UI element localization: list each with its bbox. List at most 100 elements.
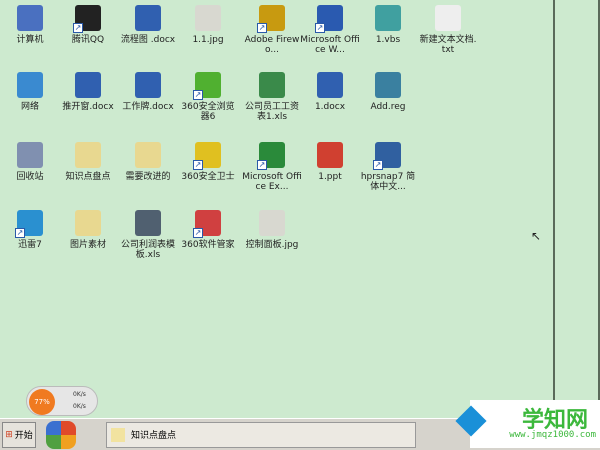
shortcut-arrow-icon: ↗ bbox=[257, 23, 267, 33]
shortcut-arrow-icon: ↗ bbox=[193, 90, 203, 100]
desktop-icon[interactable]: 计算机 bbox=[0, 5, 60, 45]
watermark-logo: 学知网 www.jmqz1000.com bbox=[455, 400, 600, 448]
desktop-icon[interactable]: 知识点盘点 bbox=[58, 142, 118, 182]
desktop-icon[interactable]: 回收站 bbox=[0, 142, 60, 182]
desktop-icon-label: 流程图 .docx bbox=[120, 35, 176, 45]
windows-logo-icon: ⊞ bbox=[5, 429, 13, 440]
text-file-icon bbox=[435, 5, 461, 31]
desktop-icon[interactable]: 新建文本文档.txt bbox=[418, 5, 478, 55]
desktop-icon-label: 需要改进的 bbox=[125, 172, 171, 182]
desktop-icon[interactable]: 控制面板.jpg bbox=[242, 210, 302, 250]
desktop-icon-label: 腾讯QQ bbox=[71, 35, 105, 45]
desktop-icon-label: Add.reg bbox=[370, 102, 406, 112]
desktop-icon[interactable]: 公司员工工资表1.xls bbox=[242, 72, 302, 122]
excel-file-icon bbox=[259, 72, 285, 98]
desktop-icon[interactable]: 1.ppt bbox=[300, 142, 360, 182]
image-file-icon bbox=[259, 210, 285, 236]
word-doc-icon bbox=[317, 72, 343, 98]
desktop-icon[interactable]: 工作牌.docx bbox=[118, 72, 178, 112]
desktop-icon-label: Microsoft Office W... bbox=[300, 35, 360, 55]
taskbar-item-label: 知识点盘点 bbox=[131, 431, 177, 441]
desktop-icon[interactable]: ↗ 360安全浏览器6 bbox=[178, 72, 238, 122]
360-safe-icon: ↗ bbox=[193, 142, 221, 170]
folder-icon bbox=[75, 210, 101, 236]
quick-launch-360-icon[interactable] bbox=[46, 420, 76, 449]
word-doc-icon bbox=[75, 72, 101, 98]
desktop-icon[interactable]: ↗ 360软件管家 bbox=[178, 210, 238, 250]
qq-icon: ↗ bbox=[73, 5, 101, 33]
fireworks-icon: ↗ bbox=[257, 5, 285, 33]
desktop-icon-label: 工作牌.docx bbox=[122, 102, 174, 112]
desktop-icon-label: 网络 bbox=[20, 102, 39, 112]
desktop-icon-label: 1.1.jpg bbox=[192, 35, 224, 45]
360-browser-icon: ↗ bbox=[193, 72, 221, 100]
vbs-file-icon bbox=[375, 5, 401, 31]
shortcut-arrow-icon: ↗ bbox=[315, 23, 325, 33]
desktop-icon-label: 迅雷7 bbox=[18, 240, 42, 250]
desktop-icon-label: 控制面板.jpg bbox=[245, 240, 299, 250]
folder-icon bbox=[75, 142, 101, 168]
desktop-icon[interactable]: ↗ 腾讯QQ bbox=[58, 5, 118, 45]
desktop: 计算机 ↗ 腾讯QQ 流程图 .docx 1.1.jpg ↗ Adobe Firewo...… bbox=[0, 0, 553, 418]
desktop-icon-label: Adobe Firewo... bbox=[244, 35, 300, 55]
side-panel bbox=[553, 0, 600, 418]
desktop-icon[interactable]: ↗ 迅雷7 bbox=[0, 210, 60, 250]
mouse-cursor-icon: ↖ bbox=[531, 229, 542, 243]
folder-icon bbox=[135, 142, 161, 168]
desktop-icon-label: 360安全浏览器6 bbox=[181, 102, 235, 122]
word-doc-icon bbox=[135, 5, 161, 31]
word-doc-icon bbox=[135, 72, 161, 98]
desktop-icon[interactable]: Add.reg bbox=[358, 72, 418, 112]
taskbar-item-folder[interactable]: 知识点盘点 bbox=[106, 421, 416, 448]
shortcut-arrow-icon: ↗ bbox=[193, 228, 203, 238]
desktop-icon-label: 公司利润表模板.xls bbox=[120, 240, 175, 260]
360-software-icon: ↗ bbox=[193, 210, 221, 238]
desktop-icon[interactable]: 流程图 .docx bbox=[118, 5, 178, 45]
download-speed: 0K/s bbox=[73, 403, 86, 410]
desktop-icon[interactable]: ↗ hprsnap7 简体中文... bbox=[358, 142, 418, 192]
upload-speed: 0K/s bbox=[73, 391, 86, 398]
word-app-icon: ↗ bbox=[315, 5, 343, 33]
desktop-icon[interactable]: ↗ Adobe Firewo... bbox=[242, 5, 302, 55]
desktop-icon[interactable]: 公司利润表模板.xls bbox=[118, 210, 178, 260]
desktop-icon[interactable]: ↗ Microsoft Office W... bbox=[300, 5, 360, 55]
desktop-icon[interactable]: ↗ 360安全卫士 bbox=[178, 142, 238, 182]
shortcut-arrow-icon: ↗ bbox=[193, 160, 203, 170]
desktop-icon-label: 360软件管家 bbox=[181, 240, 235, 250]
desktop-icon-label: 图片素材 bbox=[69, 240, 106, 250]
desktop-icon[interactable]: 1.docx bbox=[300, 72, 360, 112]
desktop-icon[interactable]: 1.vbs bbox=[358, 5, 418, 45]
desktop-icon-label: 1.docx bbox=[314, 102, 346, 112]
desktop-icon-label: 新建文本文档.txt bbox=[419, 35, 477, 55]
recycle-bin-icon bbox=[17, 142, 43, 168]
desktop-icon-label: Microsoft Office Ex... bbox=[242, 172, 302, 192]
excel-file-icon bbox=[135, 210, 161, 236]
registry-file-icon bbox=[375, 72, 401, 98]
desktop-icon-label: 回收站 bbox=[16, 172, 44, 182]
hypersnap-icon: ↗ bbox=[373, 142, 401, 170]
speed-percent: 77% bbox=[29, 389, 55, 415]
shortcut-arrow-icon: ↗ bbox=[73, 23, 83, 33]
desktop-icon[interactable]: ↗ Microsoft Office Ex... bbox=[242, 142, 302, 192]
desktop-icon[interactable]: 1.1.jpg bbox=[178, 5, 238, 45]
folder-icon bbox=[111, 427, 125, 442]
desktop-icon[interactable]: 网络 bbox=[0, 72, 60, 112]
desktop-icon-label: 计算机 bbox=[16, 35, 44, 45]
start-label: 开始 bbox=[14, 431, 33, 441]
desktop-icon-label: 知识点盘点 bbox=[65, 172, 111, 182]
watermark-url: www.jmqz1000.com bbox=[509, 430, 596, 440]
shortcut-arrow-icon: ↗ bbox=[373, 160, 383, 170]
desktop-icon-label: 360安全卫士 bbox=[181, 172, 235, 182]
computer-icon bbox=[17, 5, 43, 31]
desktop-icon-label: 1.ppt bbox=[318, 172, 342, 182]
desktop-icon[interactable]: 推开窗.docx bbox=[58, 72, 118, 112]
start-button[interactable]: ⊞ 开始 bbox=[2, 421, 36, 448]
desktop-icon-label: hprsnap7 简体中文... bbox=[360, 172, 416, 192]
shortcut-arrow-icon: ↗ bbox=[257, 160, 267, 170]
network-speed-widget[interactable]: 77% 0K/s 0K/s bbox=[26, 386, 98, 416]
desktop-icon[interactable]: 图片素材 bbox=[58, 210, 118, 250]
network-icon bbox=[17, 72, 43, 98]
shortcut-arrow-icon: ↗ bbox=[15, 228, 25, 238]
desktop-icon-label: 公司员工工资表1.xls bbox=[244, 102, 299, 122]
desktop-icon[interactable]: 需要改进的 bbox=[118, 142, 178, 182]
